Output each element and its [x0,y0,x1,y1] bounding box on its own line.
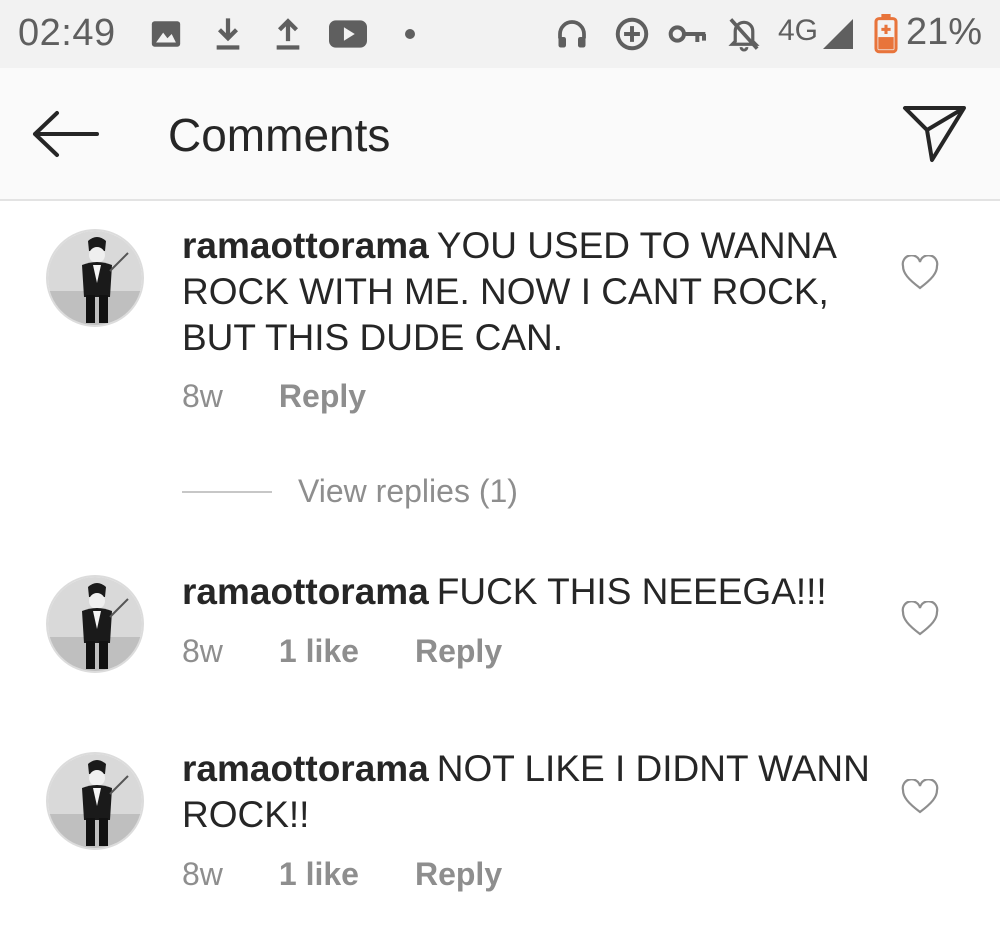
reply-button[interactable]: Reply [415,856,502,893]
heart-icon[interactable] [900,255,940,291]
view-replies-label: View replies (1) [298,473,518,509]
headphones-icon [552,14,592,54]
view-replies-button[interactable]: View replies (1) [182,473,518,510]
comment-time: 8w [182,633,223,669]
app-header: Comments [0,68,1000,201]
image-icon [146,14,186,54]
comment-body: ramaottorama NOT LIKE I DIDNT WANN ROCK!! [182,746,872,838]
likes-count[interactable]: 1 like [279,856,359,893]
avatar[interactable] [46,752,144,850]
avatar[interactable] [46,229,144,327]
heart-icon[interactable] [900,779,940,815]
likes-count[interactable]: 1 like [279,633,359,670]
divider [182,490,272,493]
comment-meta: 8w 1 like Reply [182,633,502,670]
comment-body: ramaottorama YOU USED TO WANNA ROCK WITH … [182,223,872,361]
data-saver-icon [612,14,652,54]
battery-percent: 21% [905,11,982,53]
comment-time: 8w [182,856,223,892]
comment-username[interactable]: ramaottorama [182,225,429,266]
dot-icon [390,14,430,54]
download-icon [208,14,248,54]
share-button[interactable] [900,98,970,168]
page-title: Comments [168,109,391,161]
comment-meta: 8w Reply [182,378,366,415]
heart-icon[interactable] [900,601,940,637]
notifications-off-icon [724,14,764,54]
status-time: 02:49 [18,12,116,54]
network-type: 4G [778,14,819,47]
comment-text: FUCK THIS NEEEGA!!! [436,571,827,612]
status-bar: 02:49 4G 21% [0,0,1000,68]
comment-time: 8w [182,378,223,414]
comment-username[interactable]: ramaottorama [182,748,429,789]
avatar[interactable] [46,575,144,673]
youtube-icon [328,14,368,54]
vpn-key-icon [668,14,708,54]
arrow-left-icon [33,111,99,157]
reply-button[interactable]: Reply [415,633,502,670]
comment-meta: 8w 1 like Reply [182,856,502,893]
back-button[interactable] [30,102,102,166]
comment-username[interactable]: ramaottorama [182,571,429,612]
send-icon [903,106,966,162]
comment-body: ramaottorama FUCK THIS NEEEGA!!! [182,569,872,615]
upload-icon [268,14,308,54]
reply-button[interactable]: Reply [279,378,366,415]
signal-icon [818,14,858,54]
battery-icon [866,14,906,54]
